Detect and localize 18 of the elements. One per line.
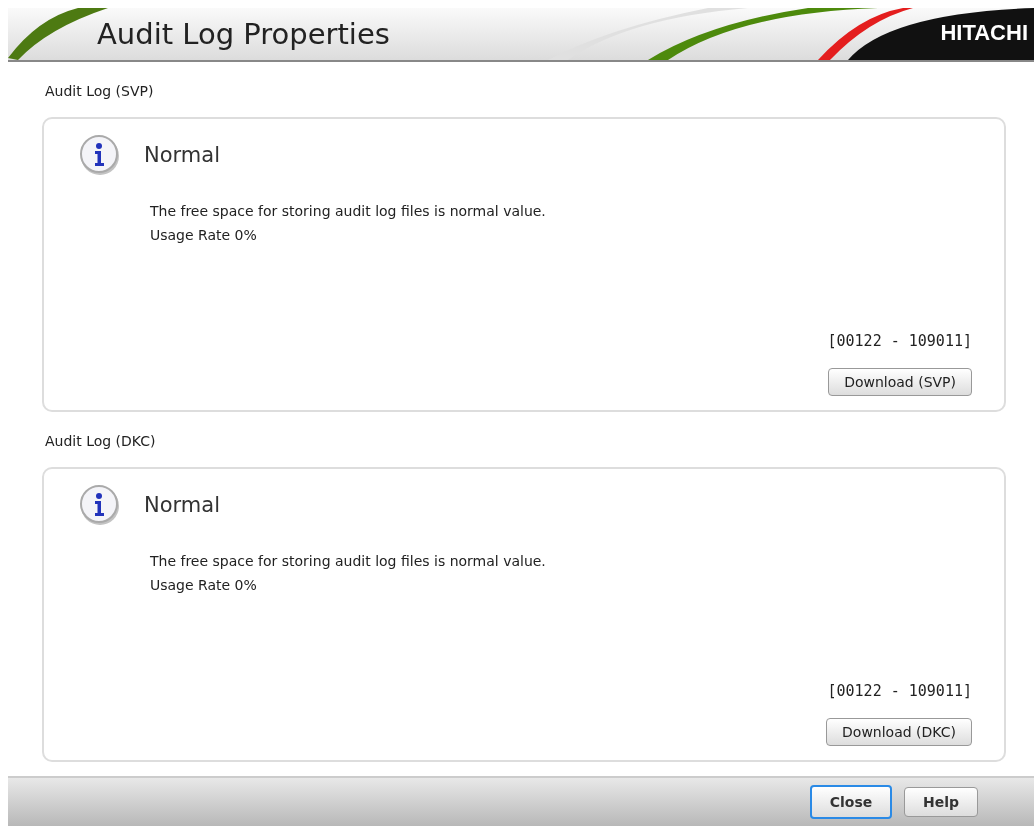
message-code: [00122 - 109011]	[827, 682, 972, 700]
download-button[interactable]: Download (SVP)	[828, 368, 972, 396]
info-icon	[78, 483, 122, 527]
section-label: Audit Log (DKC)	[44, 432, 157, 451]
status-message: The free space for storing audit log files is normal value.	[150, 202, 546, 221]
info-icon	[78, 133, 122, 177]
brand-logo: HITACHI	[940, 20, 1028, 46]
status-message: The free space for storing audit log files is normal value.	[150, 552, 546, 571]
usage-rate: Usage Rate 0%	[150, 576, 257, 595]
usage-rate: Usage Rate 0%	[150, 226, 257, 245]
status-title: Normal	[144, 143, 220, 167]
message-code: [00122 - 109011]	[827, 332, 972, 350]
window-title: Audit Log Properties	[97, 17, 390, 51]
dialog-button[interactable]: Help	[904, 787, 978, 817]
section-label: Audit Log (SVP)	[44, 82, 155, 101]
download-button[interactable]: Download (DKC)	[826, 718, 972, 746]
dialog-button[interactable]: Close	[810, 785, 892, 819]
status-title: Normal	[144, 493, 220, 517]
